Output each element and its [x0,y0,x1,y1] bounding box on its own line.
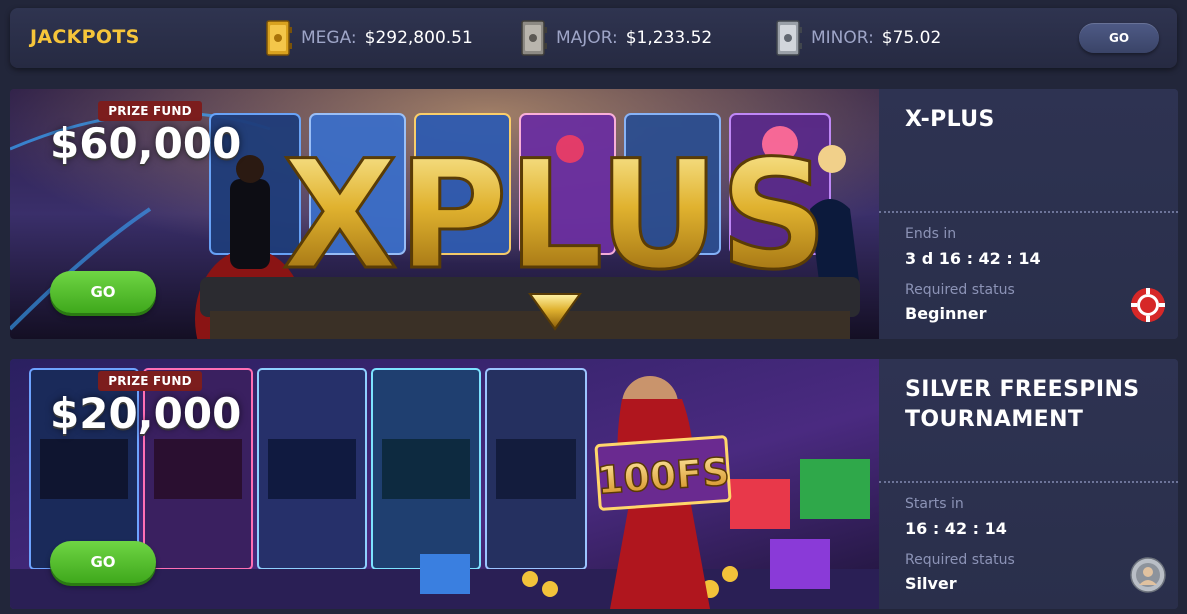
status-value: Beginner [905,304,987,323]
gold-safe-icon [266,20,292,56]
divider [879,211,1178,213]
jackpot-minor-label: MINOR: [811,28,874,48]
status-label: Required status [905,552,1015,568]
jackpot-major-label: MAJOR: [556,28,618,48]
jackpot-mega-label: MEGA: [301,28,357,48]
status-value: Silver [905,574,957,593]
tournament-go-button[interactable]: GO [50,271,156,313]
time-label: Ends in [905,226,957,242]
tournament-card-xplus: XPLUS PRIZE FUND $60,000 GO X-PLUS Ends … [10,89,1178,339]
jackpot-mega: MEGA: $292,800.51 [265,18,473,58]
tournament-title-line-1: SILVER FREESPINS [905,377,1140,402]
jackpot-minor: MINOR: $75.02 [775,18,941,58]
time-label: Starts in [905,496,964,512]
silver-safe-icon [776,20,802,56]
jackpot-minor-value: $75.02 [881,28,942,48]
jackpots-go-button[interactable]: GO [1079,23,1159,53]
prize-amount: $60,000 [50,119,242,168]
tournament-banner-xplus[interactable]: XPLUS PRIZE FUND $60,000 GO [10,89,879,339]
red-poker-chip-icon [1131,288,1165,322]
tournament-info-panel: SILVER FREESPINS TOURNAMENT Starts in 16… [879,359,1178,609]
silver-avatar-badge-icon [1130,557,1166,593]
tournament-title-line-2: TOURNAMENT [905,407,1084,432]
status-label: Required status [905,282,1015,298]
jackpot-bar: JACKPOTS MEGA: $292,800.51 MAJOR: $1,233… [10,8,1177,68]
freespins-sign-text: 100FS [596,449,731,502]
jackpot-mega-value: $292,800.51 [364,28,473,48]
prize-fund-badge: PRIZE FUND [98,371,202,391]
time-value: 3 d 16 : 42 : 14 [905,249,1041,268]
tournament-card-silver-freespins: 100FS PRIZE FUND $20,000 GO SILVER FREES… [10,359,1178,609]
tournament-banner-silver-freespins[interactable]: 100FS PRIZE FUND $20,000 GO [10,359,879,609]
divider [879,481,1178,483]
xplus-logo-text: XPLUS [282,129,828,303]
jackpots-title: JACKPOTS [30,26,140,48]
steel-safe-icon [521,20,547,56]
jackpot-major-value: $1,233.52 [625,28,713,48]
prize-fund-badge: PRIZE FUND [98,101,202,121]
tournament-go-button[interactable]: GO [50,541,156,583]
tournament-info-panel: X-PLUS Ends in 3 d 16 : 42 : 14 Required… [879,89,1178,339]
tournament-title: X-PLUS [905,107,995,132]
prize-amount: $20,000 [50,389,242,438]
time-value: 16 : 42 : 14 [905,519,1007,538]
jackpot-major: MAJOR: $1,233.52 [520,18,712,58]
